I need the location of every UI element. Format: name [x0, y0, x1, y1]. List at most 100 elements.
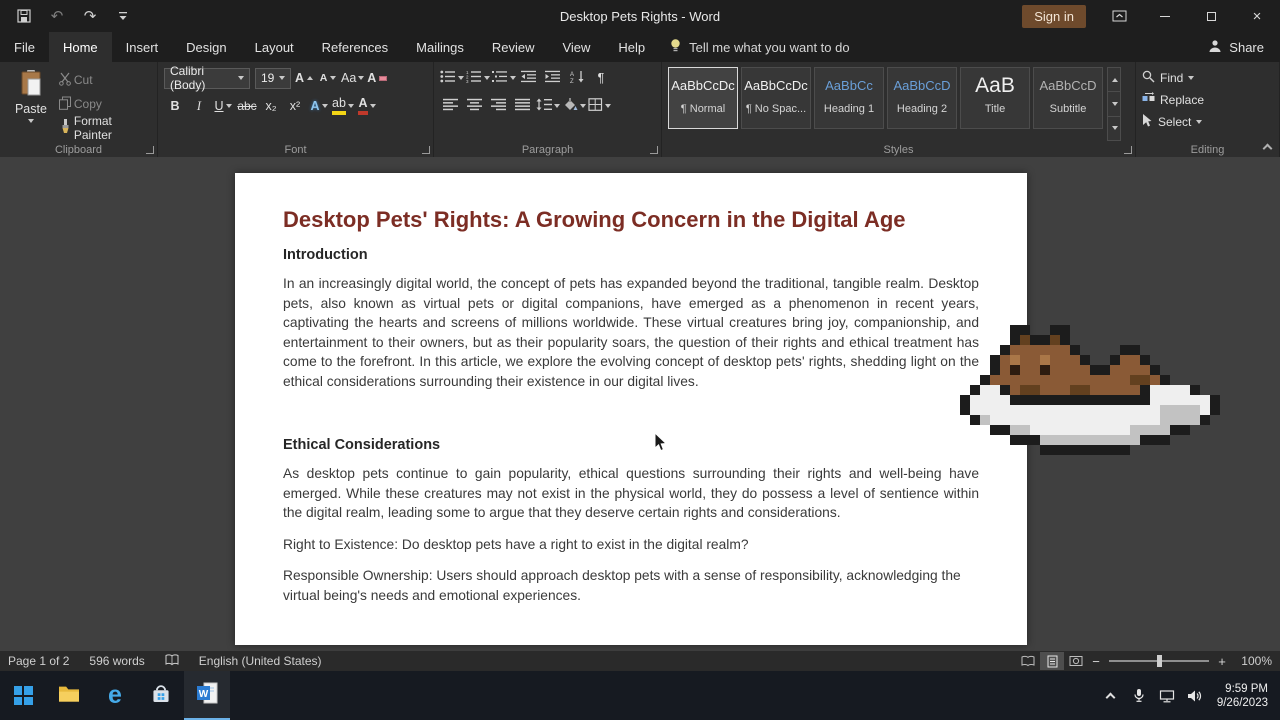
zoom-in-button[interactable]: + [1214, 653, 1230, 669]
justify-button[interactable] [512, 95, 534, 117]
minimize-button[interactable] [1142, 0, 1188, 32]
share-button[interactable]: Share [1208, 32, 1280, 62]
language-indicator[interactable]: English (United States) [199, 654, 322, 668]
proofing-status[interactable] [165, 654, 179, 669]
clear-formatting-button[interactable]: A [366, 67, 388, 89]
style-card-subtitle[interactable]: AaBbCcD Subtitle [1033, 67, 1103, 129]
find-button[interactable]: Find [1142, 69, 1275, 87]
align-center-button[interactable] [464, 95, 486, 117]
align-left-button[interactable] [440, 95, 462, 117]
tab-layout[interactable]: Layout [241, 32, 308, 62]
gallery-more-icon [1112, 126, 1118, 130]
zoom-slider[interactable] [1109, 660, 1209, 662]
tab-file[interactable]: File [0, 32, 49, 62]
align-right-button[interactable] [488, 95, 510, 117]
file-explorer-button[interactable] [46, 671, 92, 720]
increase-indent-button[interactable] [542, 67, 564, 89]
tab-design[interactable]: Design [172, 32, 240, 62]
style-card-heading1[interactable]: AaBbCc Heading 1 [814, 67, 884, 129]
page-indicator[interactable]: Page 1 of 2 [8, 654, 69, 668]
multilevel-list-button[interactable] [492, 67, 516, 89]
grow-font-button[interactable]: A [293, 67, 315, 89]
edge-button[interactable]: e [92, 671, 138, 720]
copy-button[interactable]: Copy [56, 93, 153, 115]
sign-in-button[interactable]: Sign in [1022, 5, 1086, 28]
styles-gallery-more[interactable] [1108, 117, 1120, 140]
shading-button[interactable] [562, 95, 586, 117]
word-taskbar-button[interactable]: W [184, 671, 230, 720]
format-painter-button[interactable]: Format Painter [56, 117, 153, 139]
highlight-color-button[interactable]: ab [332, 95, 354, 117]
change-case-button[interactable]: Aa [341, 67, 364, 89]
desktop-pet-cat-on-pillow[interactable] [960, 325, 1220, 455]
style-card-no-spacing[interactable]: AaBbCcDc ¶ No Spac... [741, 67, 811, 129]
network-tray-icon[interactable] [1153, 671, 1181, 720]
undo-icon[interactable]: ↶ [48, 7, 66, 25]
decrease-indent-button[interactable] [518, 67, 540, 89]
store-button[interactable] [138, 671, 184, 720]
tab-insert[interactable]: Insert [112, 32, 173, 62]
redo-icon[interactable]: ↷ [81, 7, 99, 25]
font-dialog-launcher[interactable] [422, 146, 430, 154]
superscript-button[interactable]: x² [284, 95, 306, 117]
styles-scroll-down[interactable] [1108, 92, 1120, 116]
tab-review[interactable]: Review [478, 32, 549, 62]
font-family-select[interactable]: Calibri (Body) [164, 68, 250, 89]
select-pointer-icon [1142, 114, 1153, 130]
maximize-button[interactable] [1188, 0, 1234, 32]
style-card-normal[interactable]: AaBbCcDc ¶ Normal [668, 67, 738, 129]
ribbon-display-options-icon[interactable] [1096, 0, 1142, 32]
tray-overflow-button[interactable] [1097, 671, 1125, 720]
styles-scroll-up[interactable] [1108, 68, 1120, 92]
tab-view[interactable]: View [548, 32, 604, 62]
bold-button[interactable]: B [164, 95, 186, 117]
show-formatting-marks-button[interactable]: ¶ [590, 67, 612, 89]
taskbar-clock[interactable]: 9:59 PM 9/26/2023 [1209, 682, 1280, 710]
font-size-select[interactable]: 19 [255, 68, 291, 89]
scroll-down-icon [1112, 102, 1118, 106]
style-card-title[interactable]: AaB Title [960, 67, 1030, 129]
web-layout-button[interactable] [1064, 652, 1088, 670]
italic-button[interactable]: I [188, 95, 210, 117]
borders-button[interactable] [588, 95, 611, 117]
tab-references[interactable]: References [308, 32, 402, 62]
select-button[interactable]: Select [1142, 113, 1275, 131]
line-spacing-button[interactable] [536, 95, 560, 117]
text-effects-button[interactable]: A [308, 95, 330, 117]
font-color-button[interactable]: A [356, 95, 378, 117]
tab-mailings[interactable]: Mailings [402, 32, 478, 62]
underline-button[interactable]: U [212, 95, 234, 117]
zoom-out-button[interactable]: − [1088, 653, 1104, 669]
microphone-tray-icon[interactable] [1125, 671, 1153, 720]
tell-me-box[interactable]: Tell me what you want to do [659, 32, 859, 62]
read-mode-button[interactable] [1016, 652, 1040, 670]
bullets-button[interactable] [440, 67, 464, 89]
folder-icon [57, 683, 81, 708]
paragraph-responsible-ownership: Responsible Ownership: Users should appr… [283, 566, 979, 605]
document-page[interactable]: Desktop Pets' Rights: A Growing Concern … [235, 173, 1027, 645]
tab-home[interactable]: Home [49, 32, 112, 62]
cut-button[interactable]: Cut [56, 69, 153, 91]
styles-dialog-launcher[interactable] [1124, 146, 1132, 154]
clipboard-dialog-launcher[interactable] [146, 146, 154, 154]
zoom-level[interactable]: 100% [1230, 654, 1272, 668]
style-card-heading2[interactable]: AaBbCcD Heading 2 [887, 67, 957, 129]
sort-button[interactable]: AZ [566, 67, 588, 89]
proofing-book-icon [165, 654, 179, 669]
strikethrough-button[interactable]: abc [236, 95, 258, 117]
word-count[interactable]: 596 words [89, 654, 144, 668]
numbering-button[interactable]: 123 [466, 67, 490, 89]
replace-button[interactable]: Replace [1142, 91, 1275, 109]
close-button[interactable]: × [1234, 0, 1280, 32]
volume-tray-icon[interactable] [1181, 671, 1209, 720]
customize-quick-access-icon[interactable] [114, 7, 132, 25]
paragraph-dialog-launcher[interactable] [650, 146, 658, 154]
print-layout-button[interactable] [1040, 652, 1064, 670]
tab-help[interactable]: Help [604, 32, 659, 62]
zoom-slider-thumb[interactable] [1157, 655, 1162, 667]
save-icon[interactable] [15, 7, 33, 25]
paste-button[interactable]: Paste [6, 67, 56, 137]
start-button[interactable] [0, 671, 46, 720]
subscript-button[interactable]: x₂ [260, 95, 282, 117]
shrink-font-button[interactable]: A [317, 67, 339, 89]
